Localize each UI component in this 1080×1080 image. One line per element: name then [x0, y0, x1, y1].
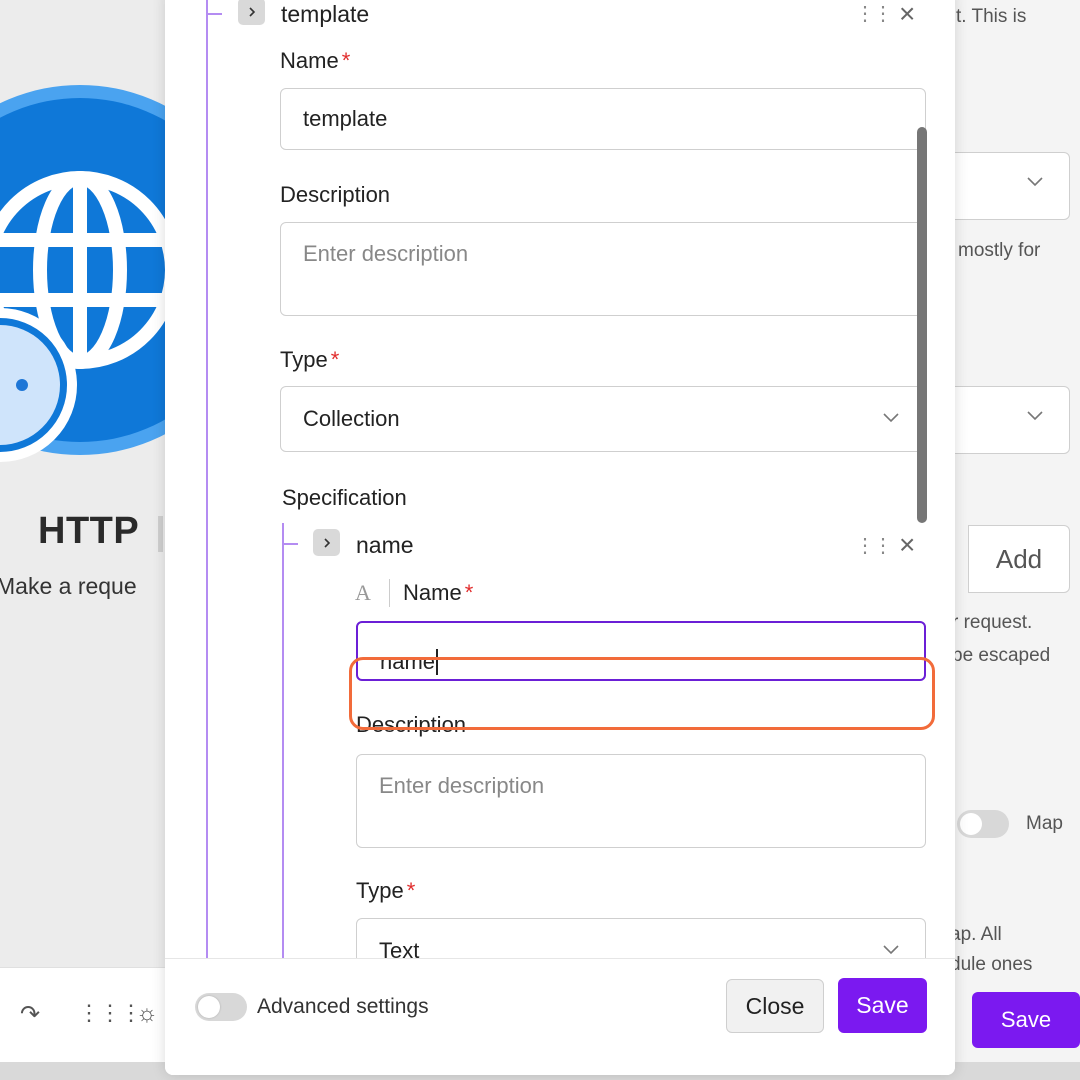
title-overflow-indicator — [158, 516, 163, 552]
background-save-button[interactable]: Save — [972, 992, 1080, 1048]
type-select[interactable]: Collection — [280, 386, 926, 452]
nested-drag-handle-icon[interactable]: ⋮⋮ — [855, 533, 893, 558]
nested-name-input[interactable]: name — [356, 621, 926, 681]
modal-body: template ⋮⋮ × Name * template Description… — [165, 0, 955, 958]
http-module-icon — [0, 85, 265, 470]
map-toggle[interactable] — [957, 810, 1009, 838]
close-button[interactable]: Close — [726, 979, 824, 1033]
nested-tree-connector — [284, 543, 298, 545]
right-help-text-5: ap. All — [950, 924, 1002, 945]
nested-name-value: name — [380, 649, 436, 674]
nested-description-textarea[interactable]: Enter description — [356, 754, 926, 848]
advanced-settings-label: Advanced settings — [257, 995, 429, 1018]
add-button[interactable]: Add — [968, 525, 1070, 593]
chevron-down-icon — [1027, 177, 1043, 187]
module-title: HTTP — [38, 510, 140, 552]
nested-remove-item-icon[interactable]: × — [899, 531, 915, 559]
redo-icon[interactable]: ↷ — [20, 1000, 40, 1029]
module-subtitle: Make a reque — [0, 573, 137, 599]
nested-name-label: Name * — [403, 580, 474, 605]
save-button[interactable]: Save — [838, 978, 927, 1033]
edit-item-modal: template ⋮⋮ × Name * template Description… — [165, 0, 955, 1075]
nested-type-select[interactable]: Text — [356, 918, 926, 958]
name-label: Name * — [280, 48, 351, 73]
lightbulb-icon[interactable]: ☼ — [136, 1000, 158, 1028]
text-caret — [436, 649, 439, 675]
chevron-down-icon — [1027, 411, 1043, 421]
description-label: Description — [280, 182, 391, 207]
drag-handle-icon[interactable]: ⋮⋮ — [855, 1, 893, 26]
nested-type-select-value: Text — [379, 938, 420, 958]
right-help-text-3: r request. — [952, 612, 1033, 633]
chevron-down-icon — [883, 413, 899, 423]
nested-expand-toggle[interactable] — [313, 529, 340, 556]
chevron-down-icon — [883, 945, 899, 955]
advanced-settings-toggle[interactable] — [195, 993, 247, 1021]
right-help-text-2: mostly for — [958, 240, 1041, 261]
chevron-right-icon — [323, 537, 330, 548]
name-input[interactable]: template — [280, 88, 926, 150]
modal-scrollbar[interactable] — [917, 127, 927, 523]
remove-item-icon[interactable]: × — [899, 0, 915, 28]
nested-type-label: Type * — [356, 878, 416, 903]
type-select-value: Collection — [303, 406, 400, 431]
text-type-icon: A — [355, 580, 371, 605]
chevron-right-icon — [248, 6, 255, 17]
item-title: template — [281, 1, 370, 27]
right-help-text-1: t. This is — [956, 6, 1027, 27]
specification-label: Specification — [282, 485, 407, 510]
modal-footer: Advanced settings Close Save — [165, 958, 955, 1075]
nested-tree-guide-line — [282, 523, 284, 958]
description-textarea[interactable]: Enter description — [280, 222, 926, 316]
tree-guide-line — [206, 0, 208, 958]
tree-connector — [208, 13, 222, 15]
nested-item-title: name — [356, 532, 414, 558]
apps-grid-icon[interactable]: ⋮⋮⋮ — [78, 1000, 142, 1026]
type-label: Type * — [280, 347, 340, 372]
map-toggle-label: Map — [1026, 813, 1063, 834]
expand-toggle[interactable] — [238, 0, 265, 25]
right-help-text-6: dule ones — [950, 954, 1033, 975]
right-help-text-4: be escaped — [952, 645, 1051, 666]
label-divider — [389, 579, 390, 607]
nested-description-label: Description — [356, 712, 467, 737]
